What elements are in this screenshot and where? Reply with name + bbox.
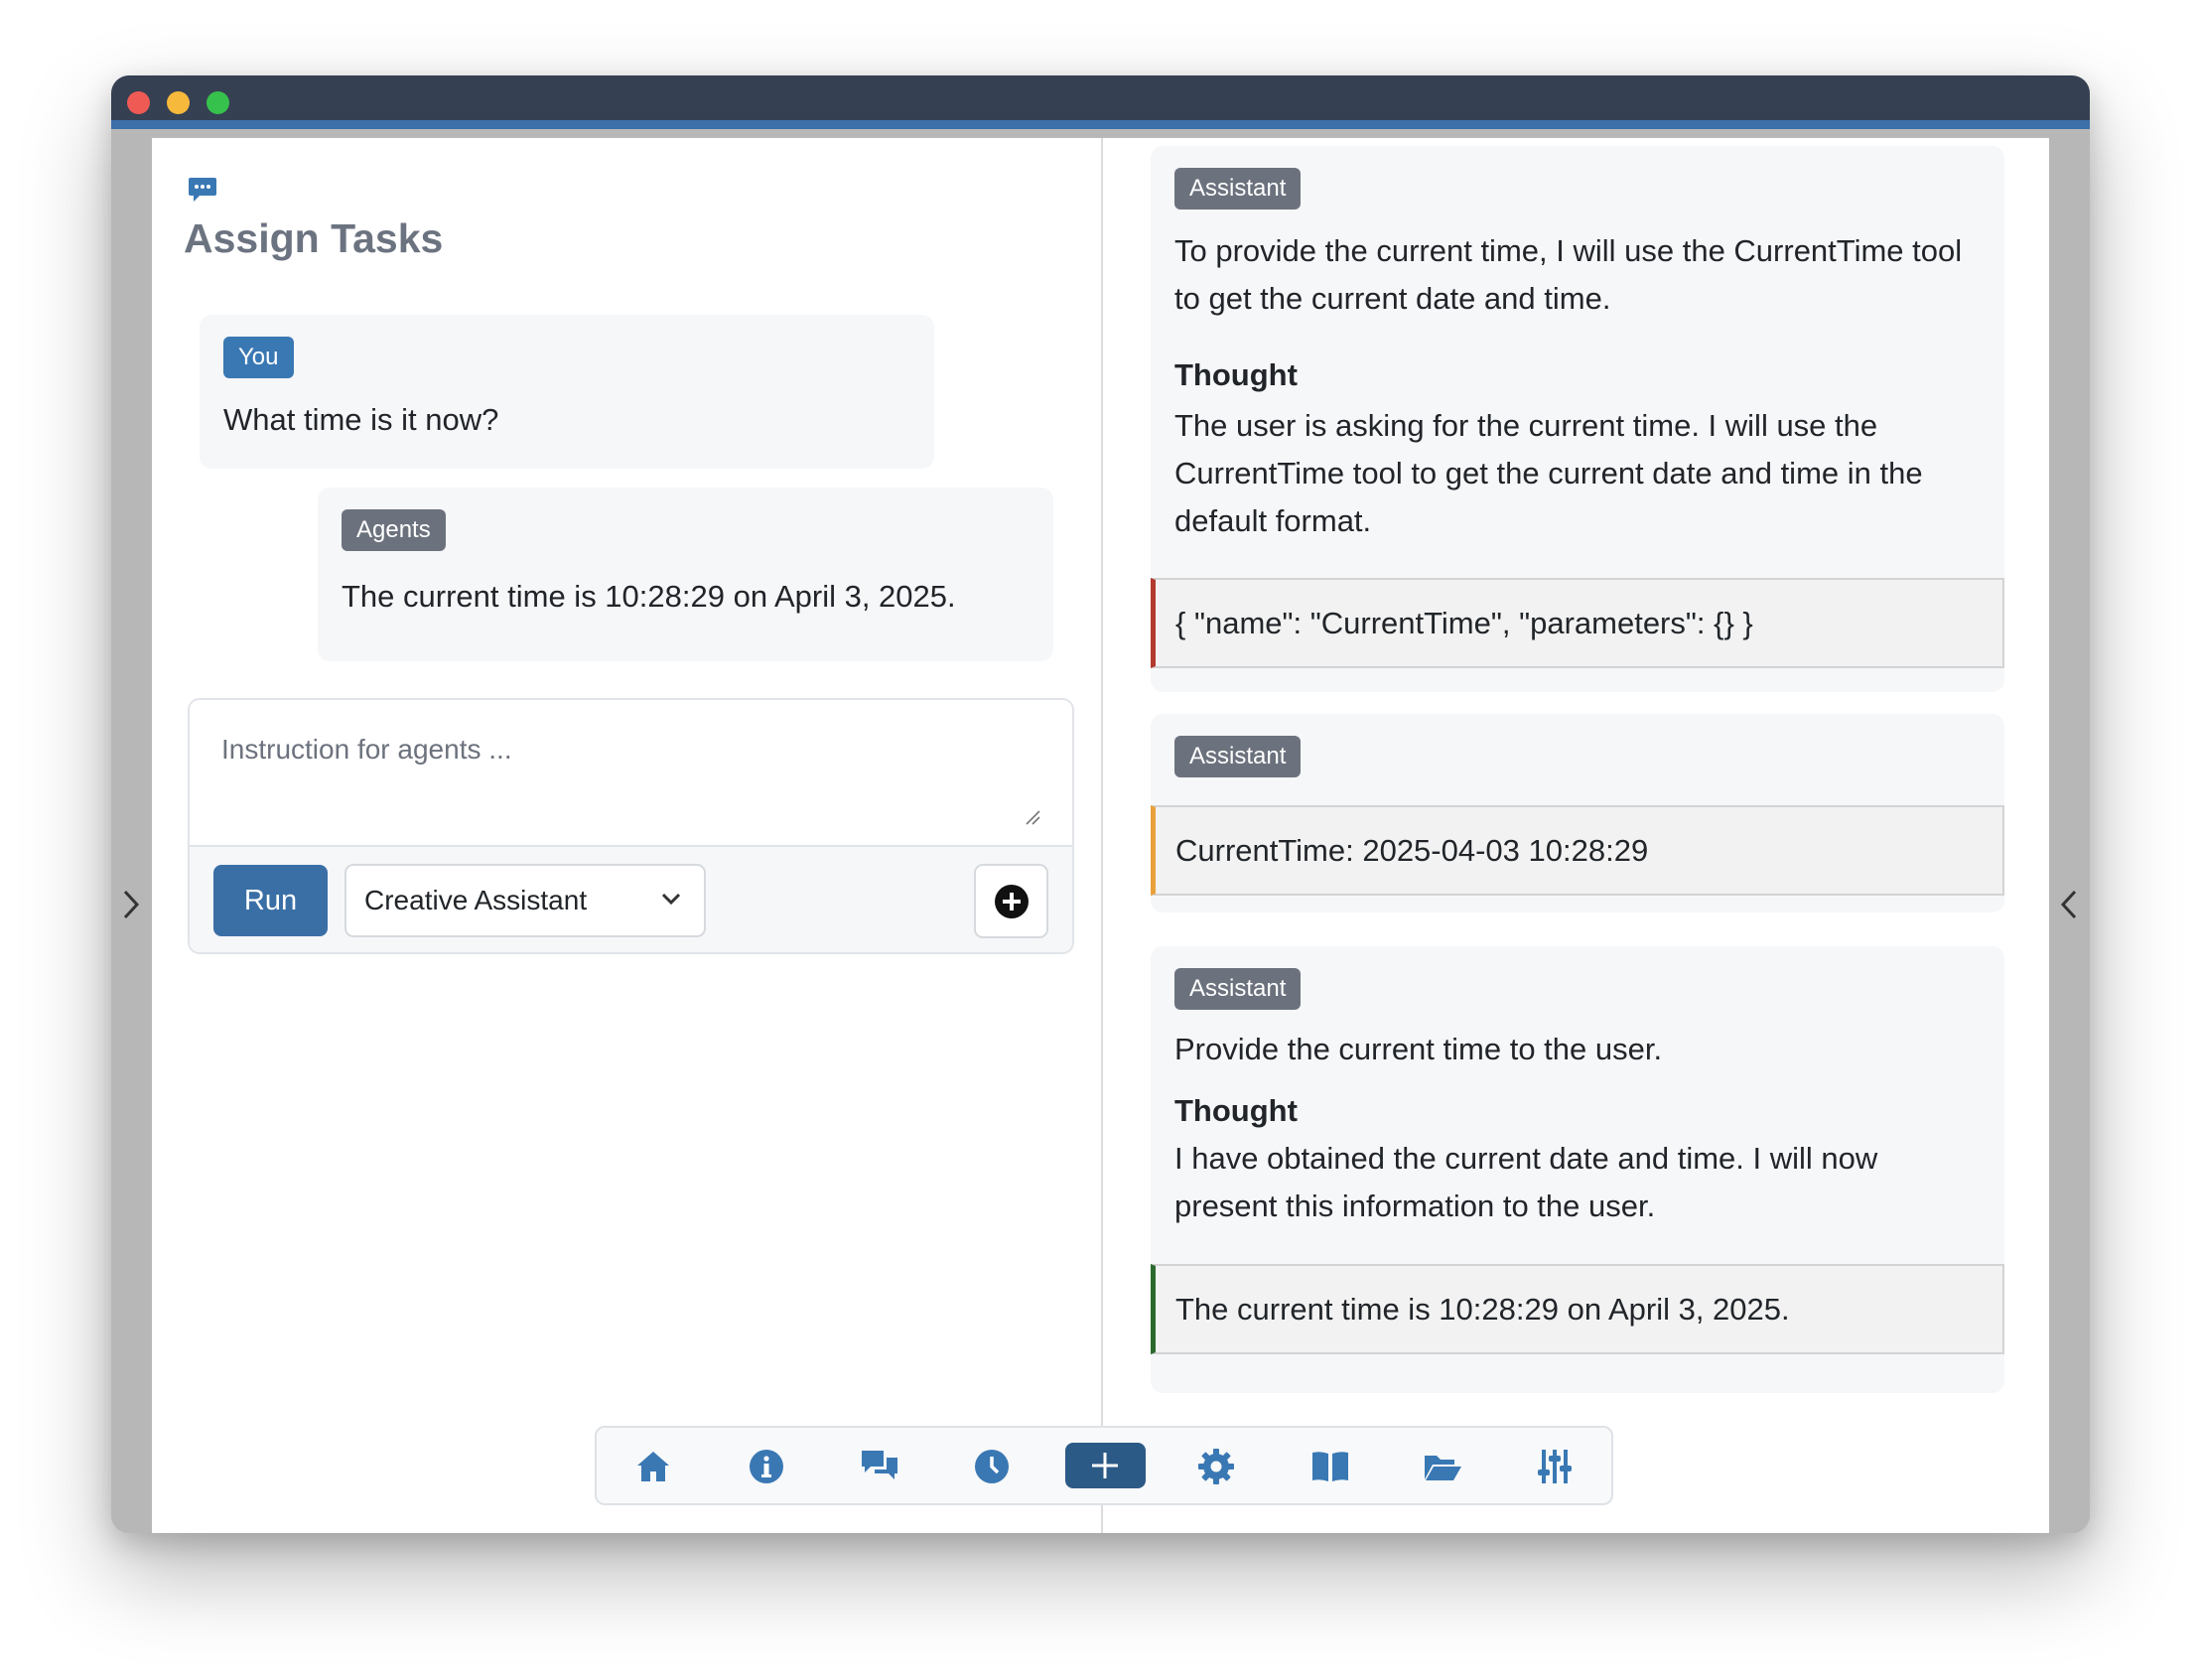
instruction-composer: Run Creative Assistant xyxy=(188,698,1074,954)
info-icon xyxy=(750,1450,783,1483)
toolbar-info[interactable] xyxy=(740,1441,793,1492)
instruction-input[interactable] xyxy=(190,700,1072,845)
role-badge: Assistant xyxy=(1174,968,1302,1010)
home-icon xyxy=(637,1452,669,1481)
close-window-button[interactable] xyxy=(127,91,150,114)
chevron-down-icon xyxy=(661,893,681,906)
bottom-toolbar xyxy=(595,1426,1613,1505)
chevron-left-icon xyxy=(2060,890,2077,919)
gear-icon xyxy=(1198,1449,1234,1484)
message-text: The current time is 10:28:29 on April 3,… xyxy=(342,579,956,614)
add-button[interactable] xyxy=(974,864,1048,938)
sender-badge: You xyxy=(223,337,294,378)
right-panel-toggle[interactable] xyxy=(2049,138,2090,1533)
thought-label: Thought xyxy=(1174,357,1298,392)
folder-open-icon xyxy=(1425,1456,1461,1480)
left-panel-toggle[interactable] xyxy=(111,138,152,1533)
column-divider xyxy=(1101,138,1103,1533)
agent-select-value: Creative Assistant xyxy=(364,885,588,915)
toolbar-home[interactable] xyxy=(626,1441,680,1492)
sliders-icon xyxy=(1538,1450,1572,1483)
chevron-right-icon xyxy=(123,890,140,919)
comments-icon xyxy=(862,1451,897,1479)
agents-message: Agents The current time is 10:28:29 on A… xyxy=(318,488,1053,661)
toolbar-chat[interactable] xyxy=(852,1441,905,1492)
plus-circle-icon xyxy=(995,885,1029,918)
toolbar-settings[interactable] xyxy=(1189,1441,1243,1492)
chat-bubble-icon xyxy=(189,178,216,202)
user-message: You What time is it now? xyxy=(200,315,934,469)
toolbar-tuning[interactable] xyxy=(1528,1441,1581,1492)
log-card: Assistant CurrentTime: 2025-04-03 10:28:… xyxy=(1151,714,2004,912)
toolbar-history[interactable] xyxy=(965,1441,1019,1492)
log-card: Assistant To provide the current time, I… xyxy=(1151,146,2004,692)
resize-grip-icon[interactable] xyxy=(1025,809,1040,825)
agent-select[interactable]: Creative Assistant xyxy=(344,864,706,937)
thought-label: Thought xyxy=(1174,1093,1298,1128)
composer-actions: Run Creative Assistant xyxy=(190,845,1072,952)
main-content: Assign Tasks You What time is it now? Ag… xyxy=(152,138,2049,1533)
clock-icon xyxy=(975,1450,1009,1483)
role-badge: Assistant xyxy=(1174,736,1302,777)
final-answer-block: The current time is 10:28:29 on April 3,… xyxy=(1151,1264,2004,1354)
response-text: To provide the current time, I will use … xyxy=(1174,233,1963,316)
minimize-window-button[interactable] xyxy=(167,91,190,114)
tool-call-block: { "name": "CurrentTime", "parameters": {… xyxy=(1151,578,2004,668)
tool-result-block: CurrentTime: 2025-04-03 10:28:29 xyxy=(1151,805,2004,896)
maximize-window-button[interactable] xyxy=(206,91,229,114)
toolbar-new-task[interactable] xyxy=(1065,1443,1146,1488)
book-icon xyxy=(1312,1452,1348,1481)
toolbar-files[interactable] xyxy=(1415,1441,1468,1492)
thought-text: I have obtained the current date and tim… xyxy=(1174,1141,1878,1223)
run-button[interactable]: Run xyxy=(213,865,328,936)
title-bar xyxy=(111,75,2090,129)
thought-text: The user is asking for the current time.… xyxy=(1174,408,1923,538)
app-window: Assign Tasks You What time is it now? Ag… xyxy=(111,75,2090,1533)
page-title: Assign Tasks xyxy=(184,215,444,261)
response-text: Provide the current time to the user. xyxy=(1174,1032,1663,1066)
log-card: Assistant Provide the current time to th… xyxy=(1151,946,2004,1393)
plus-icon xyxy=(1092,1453,1118,1478)
message-text: What time is it now? xyxy=(223,402,499,437)
sender-badge: Agents xyxy=(342,509,446,551)
role-badge: Assistant xyxy=(1174,168,1302,210)
toolbar-docs[interactable] xyxy=(1303,1441,1356,1492)
